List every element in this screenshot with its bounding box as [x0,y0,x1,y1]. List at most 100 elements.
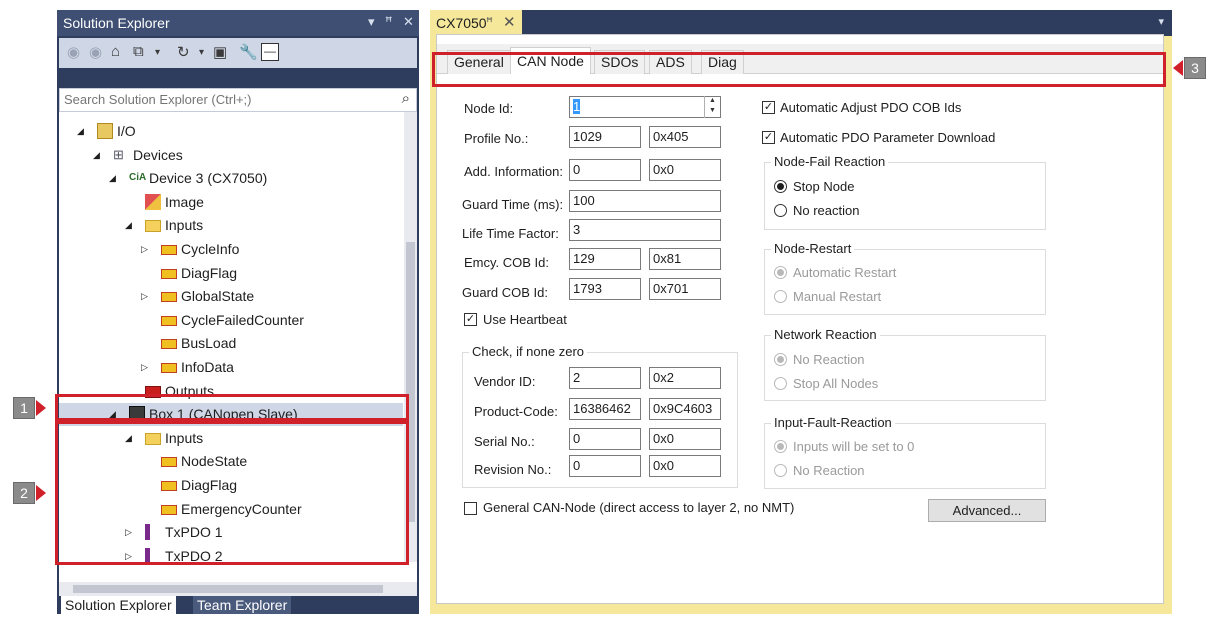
pin-icon[interactable]: ꟸ [486,15,493,29]
life-time-field[interactable]: 3 [569,219,721,241]
tree-item[interactable]: ▷ GlobalState [59,285,399,308]
input-var-icon [161,268,177,279]
no-reaction-radio[interactable] [774,204,787,217]
automatic-restart-radio[interactable] [774,266,787,279]
no-reaction-network-radio[interactable] [774,353,787,366]
history-icon[interactable]: ↻ [177,43,190,61]
expand-arrow-icon[interactable]: ▷ [141,285,148,308]
add-info-hex-field[interactable]: 0x0 [649,159,721,181]
expand-arrow-icon[interactable]: ▷ [141,238,148,261]
vendor-id-label: Vendor ID: [474,374,536,389]
back-icon[interactable]: ◉ [67,43,80,61]
chevron-down-icon[interactable]: ▾ [1158,15,1164,28]
profile-no-hex-field[interactable]: 0x405 [649,126,721,148]
product-code-hex-field[interactable]: 0x9C4603 [649,398,721,420]
tree-item-label: GlobalState [181,288,255,305]
tree-item[interactable]: ▷ CycleInfo [59,238,399,261]
tree-item-label: Image [165,193,204,210]
callout-1: 1 [13,397,35,419]
tree-item[interactable]: ◢ CiA Device 3 (CX7050) [59,167,399,190]
collapse-arrow-icon[interactable]: ◢ [125,214,132,237]
stop-node-radio[interactable] [774,180,787,193]
tab-team-explorer[interactable]: Team Explorer [193,596,292,614]
pin-icon[interactable]: ꟸ [385,14,393,30]
emcy-cob-hex-field[interactable]: 0x81 [649,248,721,270]
properties-icon[interactable]: 🔧 [239,43,258,61]
input-var-icon [161,363,177,373]
emcy-cob-dec-field[interactable]: 129 [569,248,641,270]
revision-no-dec-field[interactable]: 0 [569,455,641,477]
advanced-button[interactable]: Advanced... [928,499,1046,522]
serial-no-dec-field[interactable]: 0 [569,428,641,450]
document-tab-title: CX7050 [436,15,487,31]
node-id-value: 1 [573,99,581,114]
tree-item[interactable]: DiagFlag [59,262,399,285]
inputs-set-zero-radio[interactable] [774,440,787,453]
tree-item[interactable]: ◢ I/O [59,120,399,143]
sync-icon[interactable]: ⧉ [133,43,144,60]
node-id-spinner[interactable]: ▲ ▼ [704,96,720,118]
horizontal-scrollbar[interactable] [59,582,417,596]
collapse-arrow-icon[interactable]: ◢ [77,120,84,143]
tree-item[interactable]: ◢ ⊞ Devices [59,144,399,167]
highlight-box-2 [55,421,409,565]
auto-download-checkbox[interactable]: ✓ [762,131,775,144]
use-heartbeat-checkbox[interactable]: ✓ [464,313,477,326]
add-info-dec-field[interactable]: 0 [569,159,641,181]
serial-no-hex-field[interactable]: 0x0 [649,428,721,450]
network-reaction-group: Network Reaction [764,327,1046,401]
guard-cob-dec-field[interactable]: 1793 [569,278,641,300]
dropdown-icon[interactable]: ▾ [368,14,375,30]
vendor-id-dec-field[interactable]: 2 [569,367,641,389]
chevron-down-icon[interactable]: ▾ [199,47,204,58]
collapse-arrow-icon[interactable]: ◢ [109,167,116,190]
automatic-restart-label: Automatic Restart [793,265,897,280]
expand-arrow-icon[interactable]: ▷ [141,356,148,379]
callout-2: 2 [13,482,35,504]
guard-cob-hex-field[interactable]: 0x701 [649,278,721,300]
home-icon[interactable]: ⌂ [111,43,120,60]
solution-explorer-title-bar: Solution Explorer ▾ ꟸ ✕ [57,10,419,36]
tree-item[interactable]: ▷ InfoData [59,356,399,379]
no-reaction-input-radio[interactable] [774,464,787,477]
search-box[interactable]: ⌕ [59,88,417,112]
tree-item[interactable]: Image [59,191,399,214]
add-info-label: Add. Information: [464,164,563,179]
serial-no-label: Serial No.: [474,434,535,449]
inputs-set-zero-label: Inputs will be set to 0 [793,439,915,454]
guard-cob-label: Guard COB Id: [462,285,548,300]
profile-no-label: Profile No.: [464,131,529,146]
collapse-arrow-icon[interactable]: ◢ [93,144,100,167]
stop-all-nodes-radio[interactable] [774,377,787,390]
manual-restart-radio[interactable] [774,290,787,303]
network-reaction-title: Network Reaction [771,327,880,342]
auto-adjust-checkbox[interactable]: ✓ [762,101,775,114]
general-can-node-checkbox[interactable] [464,502,477,515]
scroll-thumb[interactable] [73,585,383,593]
product-code-dec-field[interactable]: 16386462 [569,398,641,420]
tree-item-label: Device 3 (CX7050) [149,170,268,187]
vendor-id-hex-field[interactable]: 0x2 [649,367,721,389]
node-id-field[interactable]: 1 [569,96,721,118]
forward-icon[interactable]: ◉ [89,43,102,61]
tree-item[interactable]: CycleFailedCounter [59,309,399,332]
profile-no-dec-field[interactable]: 1029 [569,126,641,148]
collapse-all-icon[interactable]: ▣ [213,43,227,61]
input-var-icon [161,245,177,255]
node-restart-title: Node-Restart [771,241,855,256]
close-icon[interactable]: ✕ [403,14,414,30]
emcy-cob-label: Emcy. COB Id: [464,255,549,270]
search-icon[interactable]: ⌕ [402,90,410,107]
search-input[interactable] [64,92,364,107]
revision-no-hex-field[interactable]: 0x0 [649,455,721,477]
image-icon [145,193,161,210]
tree-item-label: BusLoad [181,335,237,352]
guard-time-field[interactable]: 100 [569,190,721,212]
preview-icon[interactable]: — [261,43,279,61]
tree-item[interactable]: BusLoad [59,332,399,355]
document-tab[interactable]: CX7050 ꟸ ✕ [430,10,522,36]
tree-item[interactable]: ◢ Inputs [59,214,399,237]
tab-solution-explorer[interactable]: Solution Explorer [61,596,176,614]
chevron-down-icon[interactable]: ▾ [155,47,160,58]
close-icon[interactable]: ✕ [503,13,516,31]
